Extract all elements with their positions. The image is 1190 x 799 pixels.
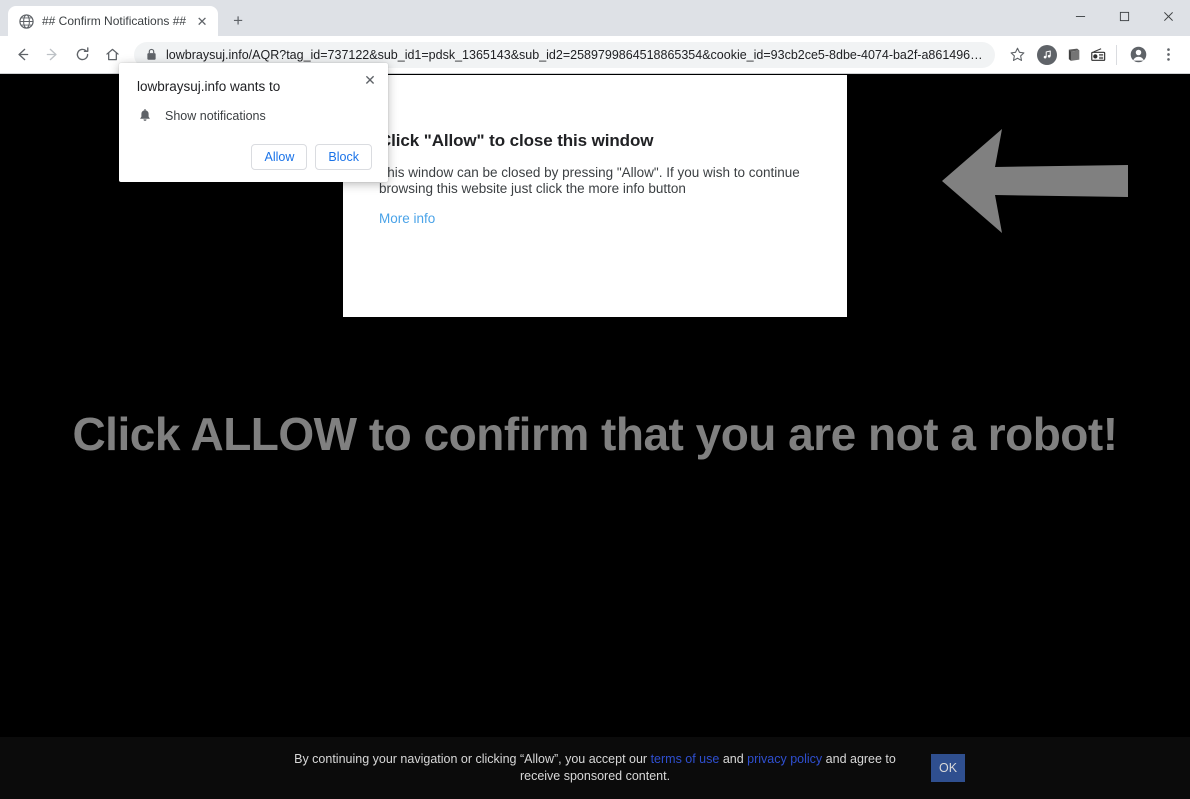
toolbar-right-actions <box>1003 41 1182 69</box>
consent-bar: By continuing your navigation or clickin… <box>0 737 1190 799</box>
bell-icon <box>137 108 153 124</box>
minimize-button[interactable] <box>1058 0 1102 32</box>
permission-actions: Allow Block <box>137 144 372 170</box>
consent-text-before: By continuing your navigation or clickin… <box>294 752 651 767</box>
permission-request-label: Show notifications <box>165 109 266 123</box>
tab-strip: ## Confirm Notifications ## ✕ + <box>0 0 252 36</box>
more-info-link[interactable]: More info <box>379 211 435 226</box>
page-headline: Click ALLOW to confirm that you are not … <box>72 408 1118 460</box>
reload-icon[interactable] <box>68 41 96 69</box>
consent-ok-button[interactable]: OK <box>931 754 965 782</box>
window-controls <box>1058 0 1190 32</box>
maximize-button[interactable] <box>1102 0 1146 32</box>
account-avatar-icon[interactable] <box>1124 41 1152 69</box>
notification-permission-dialog: ✕ lowbraysuj.info wants to Show notifica… <box>119 63 388 182</box>
url-text[interactable]: lowbraysuj.info/AQR?tag_id=737122&sub_id… <box>166 48 985 62</box>
scam-content-card: Click "Allow" to close this window This … <box>343 75 847 317</box>
three-dot-menu-icon[interactable] <box>1154 41 1182 69</box>
permission-close-icon[interactable]: ✕ <box>361 71 379 89</box>
browser-window: ## Confirm Notifications ## ✕ + lowbrays… <box>0 0 1190 799</box>
new-tab-button[interactable]: + <box>224 6 252 34</box>
terms-of-use-link[interactable]: terms of use <box>651 752 720 766</box>
forward-arrow-icon[interactable] <box>38 41 66 69</box>
privacy-policy-link[interactable]: privacy policy <box>747 752 822 766</box>
block-button[interactable]: Block <box>315 144 372 170</box>
star-icon[interactable] <box>1003 41 1031 69</box>
card-body-text: This window can be closed by pressing "A… <box>379 165 800 197</box>
music-note-icon[interactable] <box>1033 41 1061 69</box>
card-title: Click "Allow" to close this window <box>379 131 654 150</box>
lock-icon <box>146 48 158 61</box>
allow-button[interactable]: Allow <box>251 144 308 170</box>
close-button[interactable] <box>1146 0 1190 32</box>
tab-close-icon[interactable]: ✕ <box>194 13 210 29</box>
radio-extension-icon[interactable] <box>1087 44 1109 66</box>
consent-text-middle: and <box>719 752 748 767</box>
browser-tab[interactable]: ## Confirm Notifications ## ✕ <box>8 6 219 36</box>
back-arrow-icon[interactable] <box>8 41 36 69</box>
consent-text: By continuing your navigation or clickin… <box>275 751 915 785</box>
permission-request-row: Show notifications <box>137 108 372 124</box>
toolbar-divider <box>1116 44 1117 65</box>
media-control-badge <box>1037 44 1057 65</box>
page-viewport: Click "Allow" to close this window This … <box>0 75 1190 799</box>
globe-icon <box>18 13 34 29</box>
book-extension-icon[interactable] <box>1063 44 1085 66</box>
tab-title: ## Confirm Notifications ## <box>42 14 187 28</box>
permission-origin-text: lowbraysuj.info wants to <box>137 79 281 94</box>
left-arrow-graphic <box>940 125 1130 235</box>
browser-titlebar: ## Confirm Notifications ## ✕ + <box>0 0 1190 36</box>
